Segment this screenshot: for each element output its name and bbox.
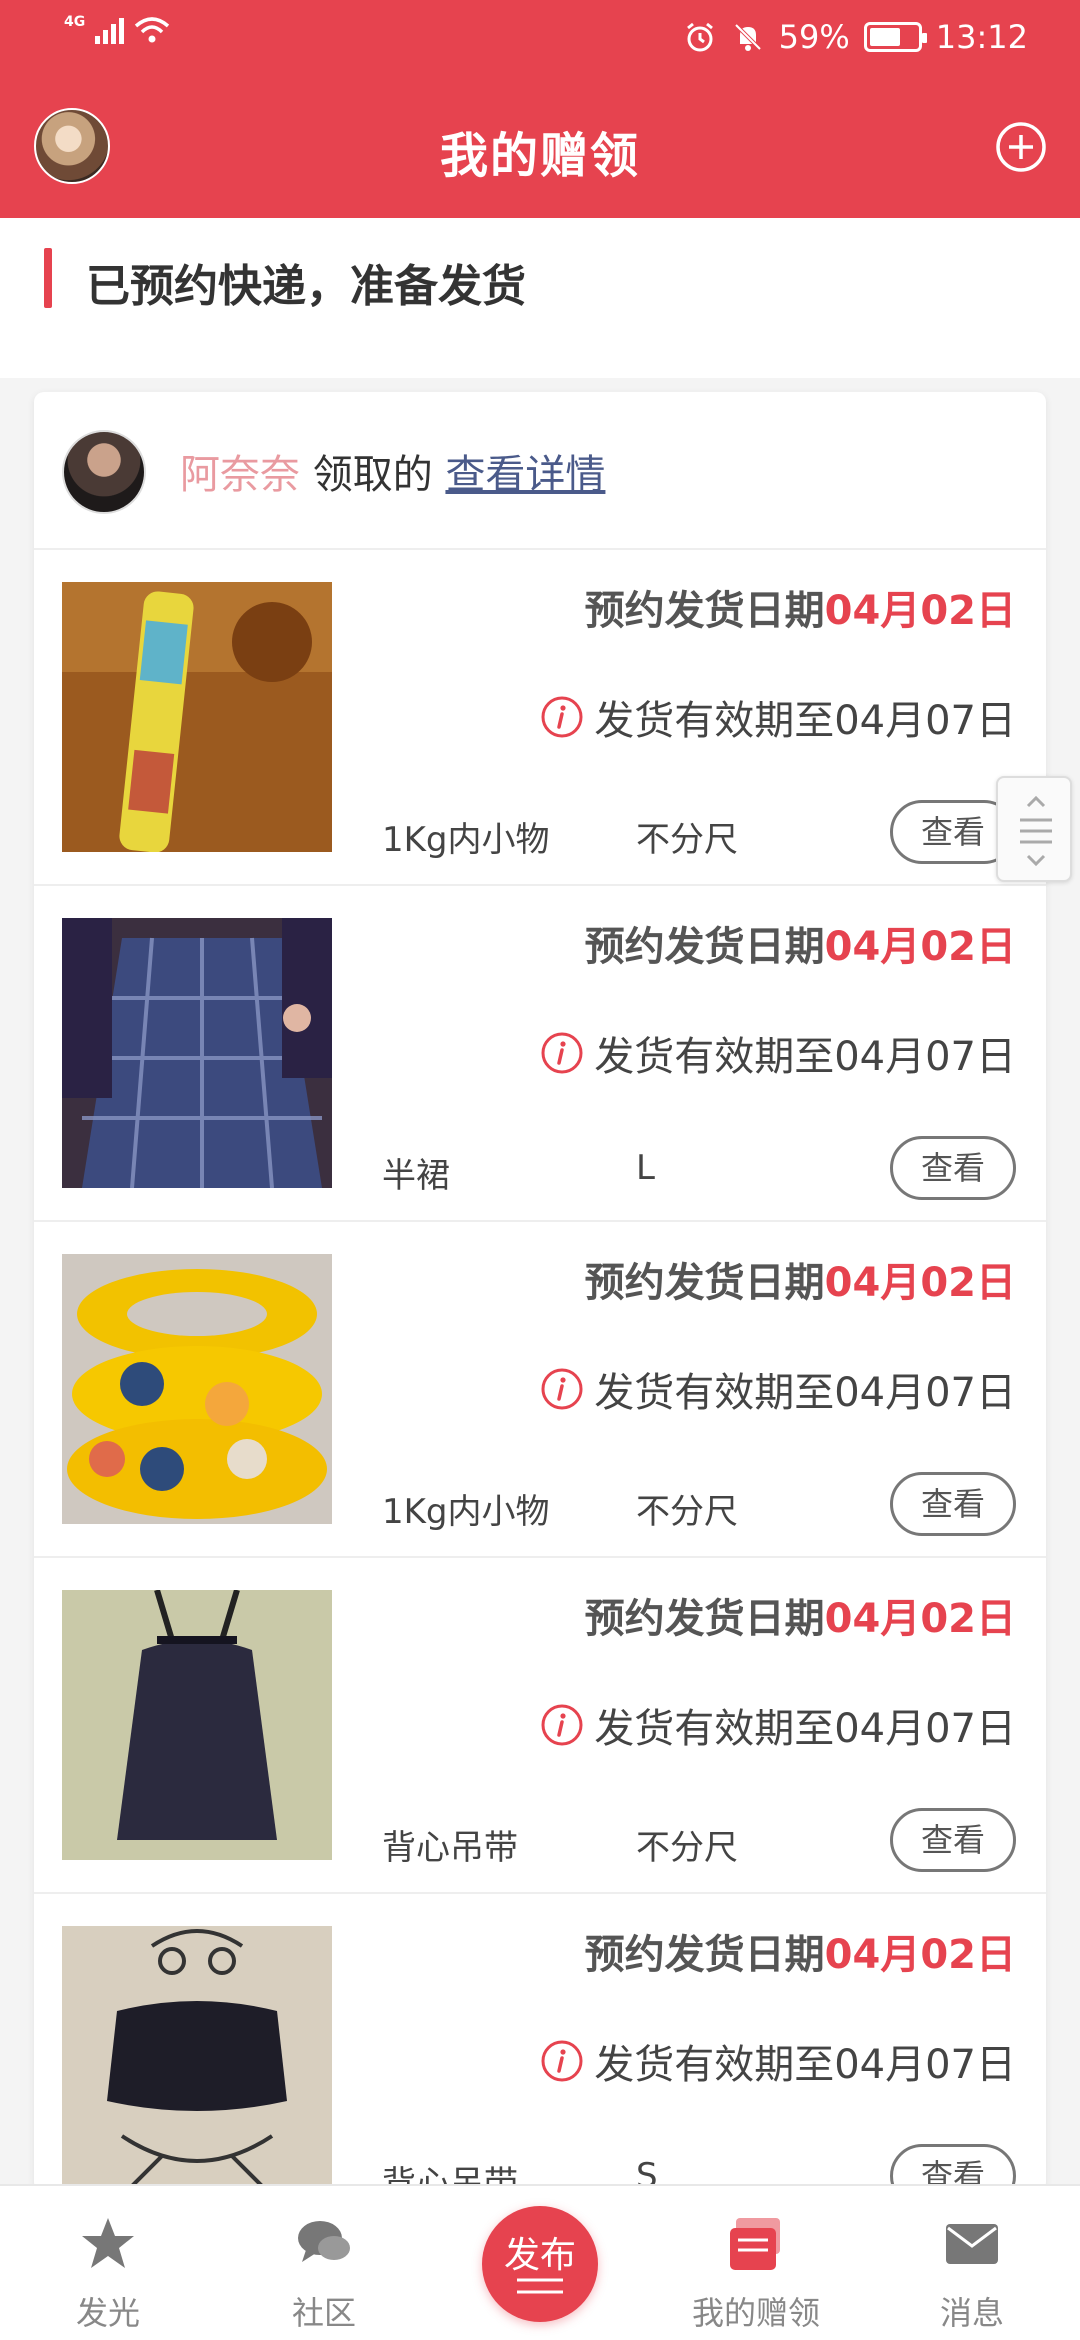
star-icon (82, 2218, 134, 2268)
info-icon (541, 696, 583, 738)
card-header: 阿奈奈 领取的 查看详情 (34, 392, 1046, 550)
item-size: L (636, 1148, 655, 1188)
item-photo[interactable] (62, 1254, 332, 1524)
ship-date: 预约发货日期04月02日 (584, 1596, 1016, 1642)
item-photo[interactable] (62, 1926, 332, 2192)
view-detail-link[interactable]: 查看详情 (445, 452, 605, 498)
section-title: 已预约快递，准备发货 (86, 261, 526, 312)
claim-text: 领取的 (312, 452, 433, 498)
view-button[interactable]: 查看 (890, 1808, 1016, 1872)
item-size: 不分尺 (636, 1828, 738, 1868)
status-left: 4G (64, 14, 170, 44)
item-category: 1Kg内小物 (382, 1492, 550, 1532)
tab-faguang[interactable]: 发光 (0, 2186, 216, 2340)
claim-line: 阿奈奈 领取的 查看详情 (180, 442, 605, 500)
list-item: 预约发货日期04月02日 发货有效期至04月07日 1Kg内小物 不分尺 查看 (34, 550, 1046, 886)
item-size: 不分尺 (636, 820, 738, 860)
valid-until: 发货有效期至04月07日 (540, 2032, 1016, 2090)
tab-shequ[interactable]: 社区 (216, 2186, 432, 2340)
item-photo[interactable] (62, 918, 332, 1188)
wifi-icon (134, 16, 170, 44)
battery-percent: 59% (778, 18, 850, 56)
top-bar: 4G 59% 13:12 我的赠领 (0, 0, 1080, 218)
item-photo[interactable] (62, 1590, 332, 1860)
battery-icon (863, 22, 927, 52)
page-title: 我的赠领 (439, 128, 640, 184)
publish-button[interactable]: 发布 (482, 2206, 598, 2322)
item-size: 不分尺 (636, 1492, 738, 1532)
mail-icon (946, 2224, 998, 2264)
info-icon (541, 1032, 583, 1074)
valid-until: 发货有效期至04月07日 (540, 1024, 1016, 1082)
item-photo[interactable] (62, 582, 332, 852)
publish-label: 发布 (503, 2235, 576, 2276)
list-item: 预约发货日期04月02日 发货有效期至04月07日 背心吊带 不分尺 查看 (34, 1558, 1046, 1894)
item-category: 1Kg内小物 (382, 820, 550, 860)
ship-date: 预约发货日期04月02日 (584, 588, 1016, 634)
app-header: 我的赠领 (0, 76, 1080, 218)
floating-menu-handle[interactable] (996, 776, 1072, 882)
mute-bell-icon (734, 23, 762, 51)
tab-label: 消息 (939, 2294, 1004, 2332)
clock: 13:12 (935, 18, 1028, 56)
section-accent-bar (44, 248, 52, 308)
tab-messages[interactable]: 消息 (864, 2186, 1080, 2340)
item-category: 半裙 (382, 1156, 450, 1196)
status-right: 59% 13:12 (683, 18, 1028, 56)
list-item: 预约发货日期04月02日 发货有效期至04月07日 1Kg内小物 不分尺 查看 (34, 1222, 1046, 1558)
chat-bubbles-icon (298, 2221, 350, 2262)
section-header: 已预约快递，准备发货 (0, 218, 1080, 378)
view-button[interactable]: 查看 (890, 1136, 1016, 1200)
claim-card: 阿奈奈 领取的 查看详情 预约发货日期04月02日 发货有效期至04月07日 1… (34, 392, 1046, 2192)
menu-lines-icon (517, 2278, 563, 2294)
valid-until: 发货有效期至04月07日 (540, 1696, 1016, 1754)
network-type: 4G (64, 14, 86, 30)
signal-icon (95, 18, 125, 44)
tab-label: 我的赠领 (691, 2294, 820, 2332)
tab-my-gifts[interactable]: 我的赠领 (648, 2186, 864, 2340)
tab-label: 发光 (75, 2294, 140, 2332)
gift-book-icon (730, 2218, 780, 2270)
ship-date: 预约发货日期04月02日 (584, 1260, 1016, 1306)
drag-handle-icon (1020, 795, 1052, 867)
add-icon[interactable] (994, 120, 1048, 174)
item-category: 背心吊带 (382, 1828, 518, 1868)
list-item: 预约发货日期04月02日 发货有效期至04月07日 半裙 L 查看 (34, 886, 1046, 1222)
valid-until: 发货有效期至04月07日 (540, 1360, 1016, 1418)
list-item: 预约发货日期04月02日 发货有效期至04月07日 背心吊带 S 查看 (34, 1894, 1046, 2192)
user-avatar[interactable] (62, 430, 146, 514)
status-bar: 4G 59% 13:12 (0, 0, 1080, 76)
tab-label: 社区 (291, 2294, 356, 2332)
info-icon (541, 1704, 583, 1746)
info-icon (541, 1368, 583, 1410)
alarm-icon (686, 22, 713, 52)
valid-until: 发货有效期至04月07日 (540, 688, 1016, 746)
user-name[interactable]: 阿奈奈 (180, 452, 300, 498)
ship-date: 预约发货日期04月02日 (584, 1932, 1016, 1978)
info-icon (541, 2040, 583, 2082)
view-button[interactable]: 查看 (890, 1472, 1016, 1536)
ship-date: 预约发货日期04月02日 (584, 924, 1016, 970)
